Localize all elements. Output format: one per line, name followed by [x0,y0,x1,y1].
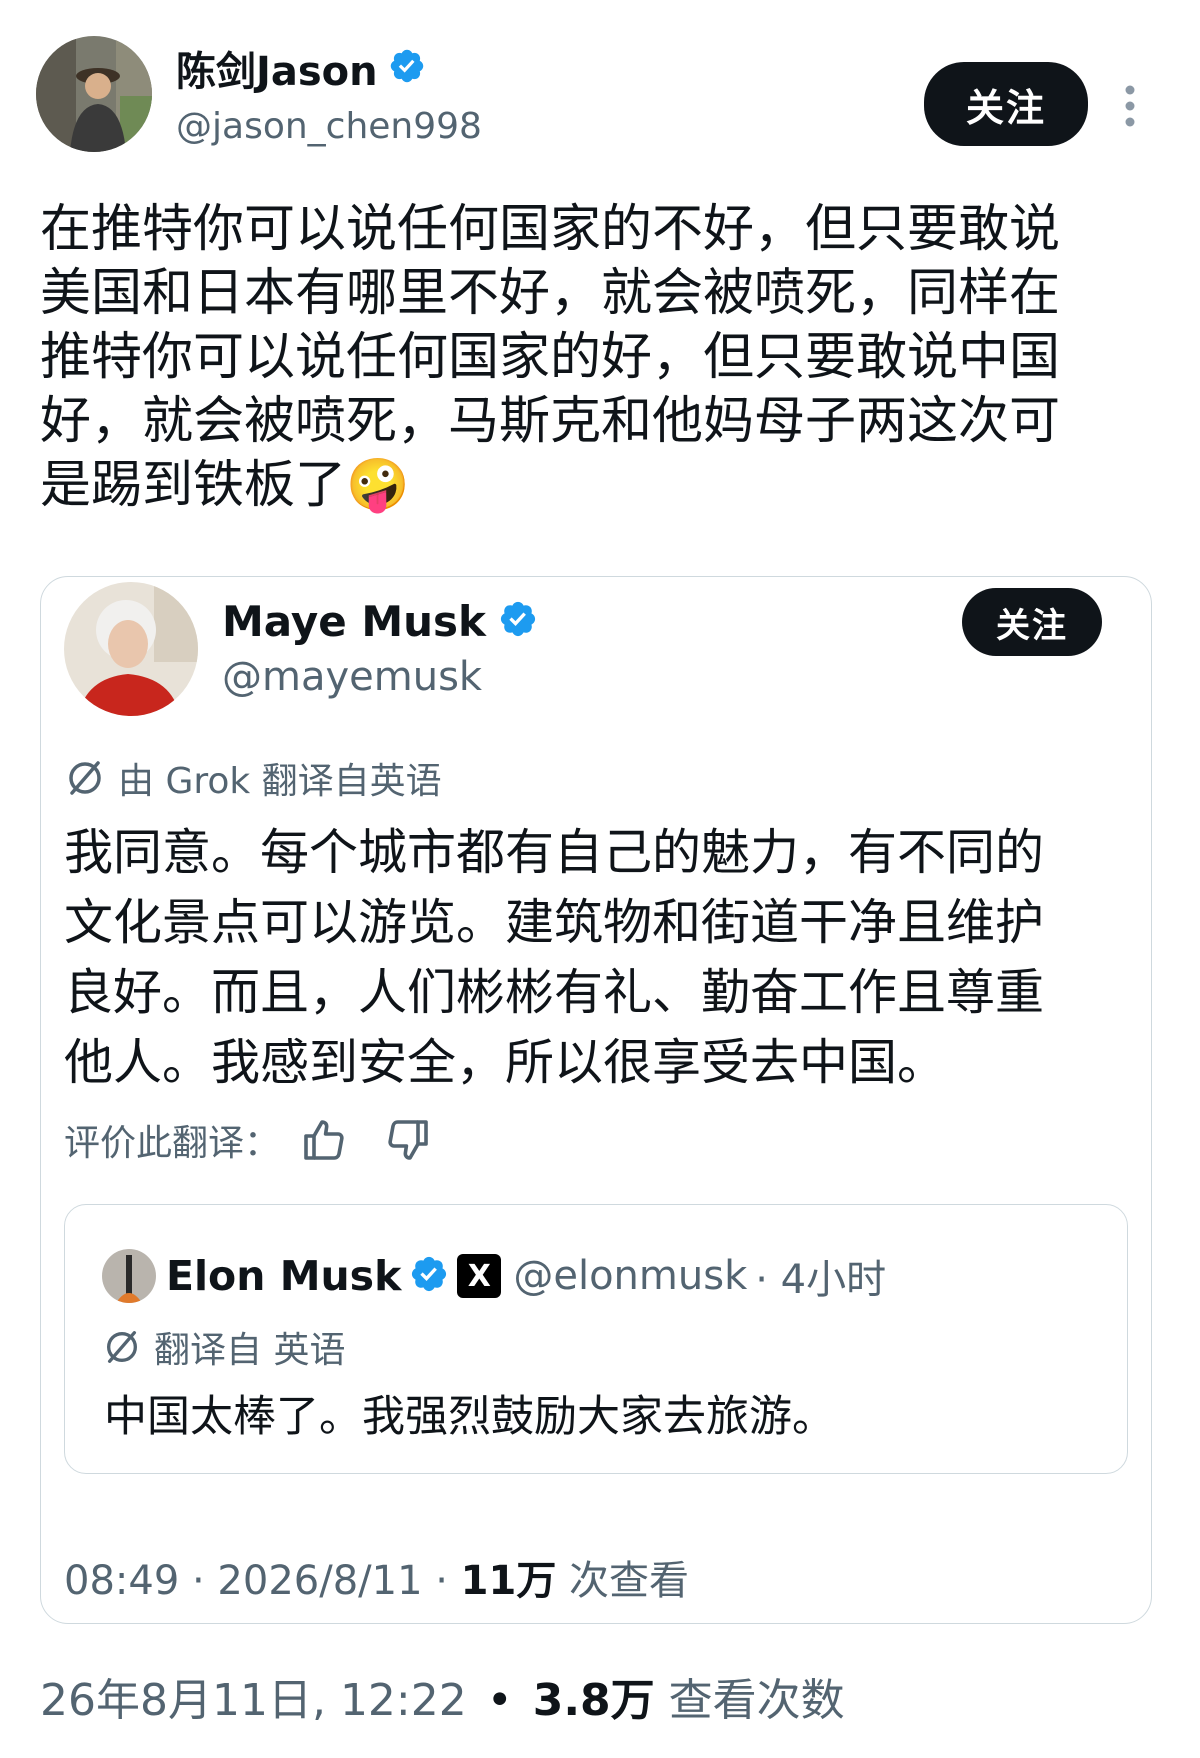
translate-label[interactable]: 由 Grok 翻译自英语 [118,752,442,804]
nested-translate-label[interactable]: 翻译自 英语 [154,1321,345,1373]
rate-translation-label: 评价此翻译： [64,1123,281,1164]
x-logo-icon: X [467,1258,491,1294]
quote-text-line: 他人。我感到安全，所以很享受去中国。 [64,1034,947,1091]
translate-icon [64,757,106,799]
quote-text-line: 良好。而且，人们彬彬有礼、勤奋工作且尊重 [64,964,1045,1021]
quote-follow-button[interactable]: 关注 [962,588,1102,656]
quote-author-handle[interactable]: @mayemusk [222,654,482,700]
nested-author-handle[interactable]: @elonmusk [513,1253,747,1299]
post-text-line: 好，就会被喷死，马斯克和他妈母子两这次可 [40,392,1061,451]
follow-button[interactable]: 关注 [924,62,1088,146]
post-text-line: 在推特你可以说任何国家的不好，但只要敢说 [40,200,1061,259]
quote-footer: 08:49 · 2026/8/11 · 11万 次查看 [64,1548,689,1606]
post-timestamp[interactable]: 26年8月11日, 12:22 [40,1675,467,1726]
post-view-count: 3.8万 [532,1675,655,1726]
author-handle[interactable]: @jason_chen998 [176,106,482,147]
quote-view-label: 次查看 [556,1558,690,1604]
post-text: 在推特你可以说任何国家的不好，但只要敢说 美国和日本有哪里不好，就会被喷死，同样… [40,198,1060,518]
quote-author-avatar[interactable] [64,582,198,716]
post-text-line: 美国和日本有哪里不好，就会被喷死，同样在 [40,264,1061,323]
quote-text-line: 我同意。每个城市都有自己的魅力，有不同的 [64,824,1045,881]
author-avatar[interactable] [36,36,152,152]
verified-badge-icon [409,1254,449,1298]
quote-text-line: 文化景点可以游览。建筑物和街道干净且维护 [64,894,1045,951]
verified-badge-icon [388,47,426,89]
footer-separator: • [486,1675,513,1726]
follow-button-label: 关注 [965,85,1046,130]
post-footer: 26年8月11日, 12:22 • 3.8万 查看次数 [40,1664,845,1728]
quote-text: 我同意。每个城市都有自己的魅力，有不同的 文化景点可以游览。建筑物和街道干净且维… [64,818,1044,1098]
quote-author-name[interactable]: Maye Musk [222,597,486,646]
nested-post-text: 中国太棒了。我强烈鼓励大家去旅游。 [104,1392,835,1442]
x-affiliation-badge: X [457,1254,502,1298]
nested-author-name[interactable]: Elon Musk [166,1252,401,1300]
nested-author-avatar[interactable] [102,1249,156,1303]
verified-badge-icon [498,599,538,643]
follow-button-label: 关注 [996,605,1068,646]
post-view-label: 查看次数 [668,1675,845,1726]
post-text-line: 推特你可以说任何国家的好，但只要敢说中国 [40,328,1061,387]
quote-timestamp[interactable]: 08:49 · 2026/8/11 · [64,1558,461,1604]
thumbs-up-icon[interactable] [300,1116,348,1164]
quote-view-count: 11万 [460,1558,557,1604]
thumbs-down-icon[interactable] [384,1116,432,1164]
nested-timestamp[interactable]: · 4小时 [755,1247,886,1305]
more-options-icon[interactable] [1118,84,1142,128]
post-text-line: 是踢到铁板了🤪 [40,456,410,515]
translate-icon [102,1327,142,1367]
author-name[interactable]: 陈剑Jason [176,39,378,97]
